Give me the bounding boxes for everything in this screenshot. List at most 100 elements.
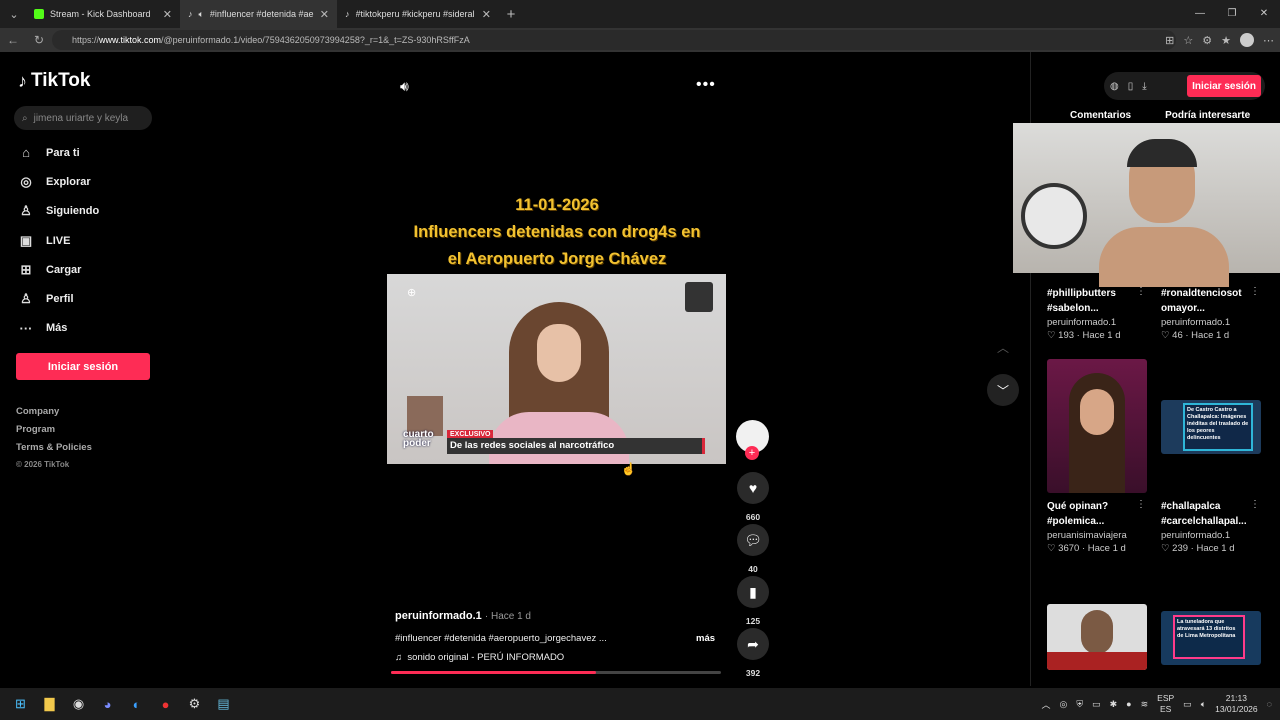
steam-icon[interactable]: ◉ bbox=[64, 696, 93, 712]
share-count: 392 bbox=[745, 668, 761, 678]
next-video-button[interactable]: ﹀ bbox=[987, 374, 1019, 406]
search-input[interactable]: ⌕ jimena uriarte y keyla bbox=[14, 106, 152, 130]
minimize-icon[interactable]: — bbox=[1184, 0, 1216, 28]
card-author[interactable]: peruinformado.1 bbox=[1161, 317, 1266, 328]
profile-avatar[interactable] bbox=[1240, 33, 1254, 47]
language-indicator[interactable]: ESP ES bbox=[1157, 693, 1174, 715]
footer-link-program[interactable]: Program bbox=[16, 424, 92, 442]
close-tab-icon[interactable]: ✕ bbox=[163, 8, 172, 21]
video-progress-bar[interactable] bbox=[391, 671, 721, 674]
new-tab-button[interactable]: + bbox=[499, 6, 523, 23]
network-icon[interactable]: ▭ bbox=[1183, 699, 1192, 710]
more-link[interactable]: más bbox=[696, 633, 715, 644]
sidebar-item-explorar[interactable]: ◎ Explorar bbox=[17, 167, 157, 196]
tray-bluetooth-icon[interactable]: ✱ bbox=[1110, 699, 1118, 710]
browser-tab-tiktok-search[interactable]: ♪ #tiktokperu #kickperu #sideral #s ✕ bbox=[337, 0, 499, 28]
reload-icon[interactable]: ↻ bbox=[26, 33, 52, 47]
card-author[interactable]: peruanisimaviajera bbox=[1047, 530, 1152, 541]
previous-video-button[interactable]: ︿ bbox=[987, 331, 1019, 363]
comment-action[interactable]: 💬︎ 40 bbox=[737, 524, 769, 574]
url-field[interactable]: https://www.tiktok.com/@peruinformado.1/… bbox=[52, 30, 1176, 50]
tray-mic-icon[interactable]: ● bbox=[1126, 699, 1131, 709]
upload-icon: ⊞ bbox=[20, 261, 32, 277]
back-icon[interactable]: ← bbox=[0, 33, 26, 47]
close-tab-icon[interactable]: ✕ bbox=[320, 8, 329, 21]
video-options-icon[interactable]: ••• bbox=[696, 76, 716, 94]
close-tab-icon[interactable]: ✕ bbox=[482, 8, 491, 21]
close-window-icon[interactable]: ✕ bbox=[1248, 0, 1280, 28]
download-icon[interactable]: ⤓ bbox=[1142, 81, 1146, 92]
file-explorer-icon[interactable]: ▇ bbox=[35, 696, 64, 712]
share-icon[interactable]: ➦ bbox=[737, 628, 769, 660]
mobile-icon[interactable]: ▯ bbox=[1128, 81, 1134, 92]
sidebar-item-live[interactable]: ▣ LIVE bbox=[17, 226, 157, 255]
video-thumbnail[interactable]: La tuneladora que atravesará 13 distrito… bbox=[1161, 611, 1261, 665]
video-thumbnail[interactable] bbox=[1047, 359, 1147, 493]
tray-shield-icon[interactable]: ⛨ bbox=[1076, 699, 1083, 710]
video-thumbnail[interactable]: De Castro Castro a Challapalca: Imágenes… bbox=[1161, 400, 1261, 454]
volume-icon[interactable]: 🔊︎ bbox=[400, 78, 409, 95]
restore-icon[interactable]: ❐ bbox=[1216, 0, 1248, 28]
sound-link[interactable]: ♫ sonido original - PERÚ INFORMADO bbox=[395, 652, 564, 663]
browser-menu-icon[interactable]: ⋯ bbox=[1263, 34, 1274, 47]
clock[interactable]: 21:13 13/01/2026 bbox=[1215, 693, 1258, 715]
tray-wifi-icon[interactable]: ≋ bbox=[1141, 699, 1149, 710]
sidebar-item-siguiendo[interactable]: ♙ Siguiendo bbox=[17, 197, 157, 226]
recommended-card[interactable]: #challapalca #carcelchallapal... peruinf… bbox=[1161, 499, 1266, 554]
chevron-down-icon: ﹀ bbox=[996, 383, 1009, 398]
speaker-tab-icon[interactable]: 🔈︎ bbox=[199, 9, 204, 20]
tab-comments[interactable]: Comentarios bbox=[1070, 110, 1131, 121]
heart-icon[interactable]: ♥ bbox=[737, 472, 769, 504]
favorites-icon[interactable]: ★ bbox=[1221, 34, 1231, 47]
tab-list-button[interactable]: ⌄ bbox=[2, 2, 26, 26]
video-author[interactable]: peruinformado.1 · Hace 1 d bbox=[395, 610, 531, 622]
sidebar-item-cargar[interactable]: ⊞ Cargar bbox=[17, 255, 157, 284]
app-available-icon[interactable]: ⊞ bbox=[1165, 34, 1174, 47]
browser-tab-kick[interactable]: Stream - Kick Dashboard ✕ bbox=[26, 0, 180, 28]
tray-expand-icon[interactable]: ︿ bbox=[1041, 698, 1050, 711]
recommended-card[interactable]: #ronaldtenciosot omayor... peruinformado… bbox=[1161, 286, 1266, 341]
start-icon[interactable]: ⊞ bbox=[6, 696, 35, 712]
sidebar-item-mas[interactable]: ··· Más bbox=[17, 314, 157, 343]
notifications-icon[interactable]: ◌ bbox=[1267, 699, 1272, 709]
sidebar-item-perfil[interactable]: ♙ Perfil bbox=[17, 284, 157, 313]
card-author[interactable]: peruinformado.1 bbox=[1047, 317, 1152, 328]
tiktok-logo[interactable]: ♪ TikTok bbox=[18, 70, 90, 92]
recommended-card[interactable]: #phillipbutters #sabelon... peruinformad… bbox=[1047, 286, 1152, 341]
video-thumbnail[interactable] bbox=[1047, 604, 1147, 670]
card-menu-icon[interactable]: ⋮ bbox=[1136, 499, 1146, 510]
card-menu-icon[interactable]: ⋮ bbox=[1250, 286, 1260, 297]
obs-icon[interactable]: ● bbox=[151, 697, 180, 712]
like-action[interactable]: ♥ 660 bbox=[737, 472, 769, 522]
card-author[interactable]: peruinformado.1 bbox=[1161, 530, 1266, 541]
tray-app-icon[interactable]: ◎ bbox=[1059, 699, 1067, 710]
footer-link-company[interactable]: Company bbox=[16, 406, 92, 424]
login-button-top[interactable]: Iniciar sesión bbox=[1187, 75, 1261, 97]
speaker-icon[interactable]: 🔈︎ bbox=[1201, 699, 1206, 710]
bookmark-icon[interactable]: ▮ bbox=[737, 576, 769, 608]
discord-icon[interactable]: ◕ bbox=[93, 697, 122, 712]
card-stats: 239 · Hace 1 d bbox=[1172, 543, 1235, 554]
heart-outline-icon: ♡ bbox=[1047, 330, 1056, 341]
chevron-up-icon: ︿ bbox=[996, 340, 1009, 355]
card-menu-icon[interactable]: ⋮ bbox=[1250, 499, 1260, 510]
notepad-icon[interactable]: ▤ bbox=[209, 696, 238, 712]
sidebar-item-para-ti[interactable]: ⌂ Para ti bbox=[17, 138, 157, 167]
comment-icon[interactable]: 💬︎ bbox=[737, 524, 769, 556]
favorite-star-icon[interactable]: ☆ bbox=[1183, 34, 1193, 47]
save-action[interactable]: ▮ 125 bbox=[737, 576, 769, 626]
tray-battery-icon[interactable]: ▭ bbox=[1092, 699, 1101, 710]
extensions-icon[interactable]: ⚙ bbox=[1202, 34, 1212, 47]
app-icon[interactable]: ⚙ bbox=[180, 696, 209, 712]
login-button-sidebar[interactable]: Iniciar sesión bbox=[16, 353, 150, 380]
tab-recommended[interactable]: Podría interesarte bbox=[1165, 110, 1250, 121]
recommended-card[interactable]: Qué opinan? #polemica... peruanisimaviaj… bbox=[1047, 499, 1152, 554]
browser-tab-tiktok-video[interactable]: ♪ 🔈︎ #influencer #detenida #aerop ✕ bbox=[180, 0, 337, 28]
card-menu-icon[interactable]: ⋮ bbox=[1136, 286, 1146, 297]
follow-plus-icon[interactable]: + bbox=[745, 446, 759, 460]
share-action[interactable]: ➦ 392 bbox=[737, 628, 769, 678]
footer-link-terms[interactable]: Terms & Policies bbox=[16, 442, 92, 460]
coin-icon[interactable]: ◍ bbox=[1110, 81, 1119, 92]
video-player[interactable]: ⊕ cuarto poder EXCLUSIVO De las redes soc… bbox=[387, 274, 726, 464]
edge-icon[interactable]: ◐ bbox=[122, 697, 151, 712]
